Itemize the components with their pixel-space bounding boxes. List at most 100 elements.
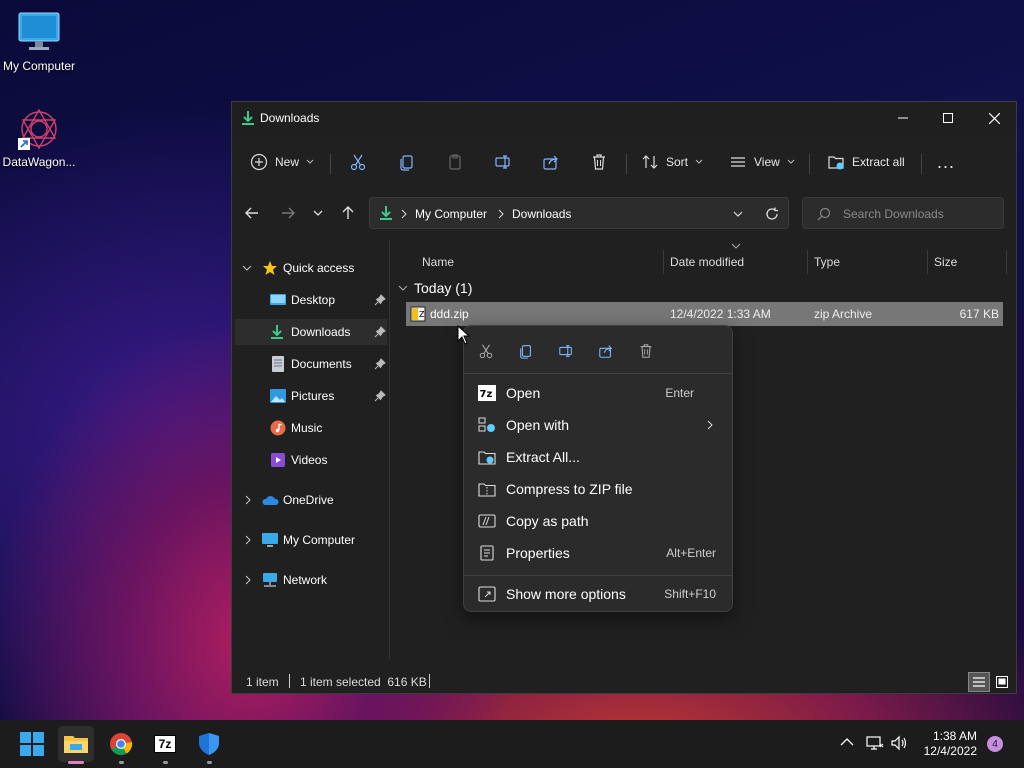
breadcrumb-my-computer[interactable]: My Computer [415, 207, 487, 221]
rename-button[interactable] [494, 146, 512, 178]
taskbar-file-explorer[interactable] [58, 726, 94, 764]
menu-item-properties[interactable]: Properties Alt+Enter [468, 538, 730, 568]
file-row[interactable]: Z ddd.zip 12/4/2022 1:33 AM zip Archive … [406, 302, 1003, 326]
chevron-right-icon [245, 535, 251, 545]
menu-separator [464, 373, 732, 374]
desktop-icon-label: My Computer [2, 59, 76, 73]
details-view-button[interactable] [968, 672, 990, 692]
status-selection: 1 item selected 616 KB [300, 675, 427, 689]
title-bar[interactable]: Downloads [232, 102, 1016, 134]
menu-label: Open [506, 385, 541, 401]
context-rename-button[interactable] [555, 340, 577, 362]
up-button[interactable] [340, 205, 356, 221]
menu-item-open-with[interactable]: Open with [468, 410, 730, 440]
menu-label: Open with [506, 417, 570, 433]
column-label: Date modified [670, 255, 745, 269]
column-separator[interactable] [927, 250, 928, 274]
desktop-icon-datawagon[interactable]: DataWagon... [0, 106, 78, 169]
clock[interactable]: 1:38 AM 12/4/2022 [924, 729, 977, 759]
network-status-button[interactable] [866, 735, 884, 751]
paste-button[interactable] [446, 146, 464, 178]
volume-icon [891, 735, 907, 751]
more-options-button[interactable]: ... [937, 146, 955, 178]
menu-item-show-more-options[interactable]: Show more options Shift+F10 [468, 579, 730, 609]
group-header-today[interactable]: Today (1) [398, 278, 472, 298]
sidebar-item-pictures[interactable]: Pictures [232, 383, 389, 409]
context-delete-button[interactable] [635, 340, 657, 362]
search-box[interactable]: Search Downloads [802, 197, 1004, 229]
sidebar-label: Pictures [291, 389, 335, 403]
menu-label: Copy as path [506, 513, 589, 529]
taskbar-security[interactable] [191, 726, 227, 764]
address-bar[interactable]: My Computer Downloads [369, 197, 789, 229]
view-label: View [754, 155, 780, 169]
context-copy-button[interactable] [515, 340, 537, 362]
documents-icon [272, 356, 284, 372]
tiles-view-button[interactable] [992, 672, 1012, 692]
copy-button[interactable] [398, 146, 416, 178]
extract-all-button[interactable]: Extract all [827, 146, 905, 178]
column-separator[interactable] [1006, 250, 1007, 274]
menu-label: Properties [506, 545, 570, 561]
column-header-type[interactable]: Type [814, 248, 926, 276]
sidebar-item-documents[interactable]: Documents [232, 351, 389, 377]
status-divider [289, 674, 290, 688]
column-header-size[interactable]: Size [934, 248, 1004, 276]
videos-icon [271, 453, 285, 467]
context-share-button[interactable] [595, 340, 617, 362]
sidebar-item-quick-access[interactable]: Quick access [232, 255, 389, 281]
star-icon [263, 261, 277, 275]
sidebar-label: Music [291, 421, 323, 435]
recent-locations-button[interactable] [312, 207, 324, 219]
sort-button[interactable]: Sort [641, 146, 704, 178]
menu-item-copy-as-path[interactable]: Copy as path [468, 506, 730, 536]
plus-circle-icon [250, 153, 268, 171]
minimize-button[interactable] [880, 102, 926, 134]
taskbar-7zip[interactable]: 7z [147, 726, 183, 764]
taskbar-chrome[interactable] [103, 726, 139, 764]
start-button[interactable] [14, 726, 50, 762]
rename-icon [559, 345, 572, 357]
taskbar: 7z 1:38 AM 12/4/2022 4 [0, 720, 1024, 768]
new-button[interactable]: New [250, 146, 315, 178]
folder-icon [64, 736, 88, 753]
file-name: ddd.zip [430, 307, 469, 321]
back-button[interactable] [244, 205, 260, 221]
desktop-icon-my-computer[interactable]: My Computer [0, 10, 78, 73]
copy-path-icon [478, 514, 496, 528]
cut-button[interactable] [349, 146, 367, 178]
maximize-button[interactable] [925, 102, 971, 134]
sidebar-item-music[interactable]: Music [232, 415, 389, 441]
sidebar-item-desktop[interactable]: Desktop [232, 287, 389, 313]
sidebar-item-downloads[interactable]: Downloads [235, 319, 387, 345]
close-button[interactable] [971, 102, 1017, 134]
breadcrumb-downloads[interactable]: Downloads [512, 207, 571, 221]
sidebar-item-videos[interactable]: Videos [232, 447, 389, 473]
sidebar-item-network[interactable]: Network [232, 567, 389, 593]
mouse-cursor-icon [457, 325, 471, 345]
menu-item-open[interactable]: 7z Open Enter [468, 378, 730, 408]
column-header-name[interactable]: Name [422, 248, 662, 276]
toolbar-separator [626, 154, 627, 174]
forward-button[interactable] [280, 205, 296, 221]
show-hidden-icons-button[interactable] [840, 737, 854, 747]
column-separator[interactable] [663, 250, 664, 274]
notification-badge[interactable]: 4 [987, 736, 1003, 752]
zip-folder-icon [478, 483, 496, 497]
share-button[interactable] [542, 146, 560, 178]
clock-date: 12/4/2022 [923, 744, 977, 758]
menu-item-extract-all[interactable]: Extract All... [468, 442, 730, 472]
navigation-bar: My Computer Downloads Search Downloads [232, 192, 1016, 232]
delete-button[interactable] [590, 146, 608, 178]
column-header-date[interactable]: Date modified [670, 248, 808, 276]
toolbar-separator [809, 154, 810, 174]
toolbar-separator [330, 154, 331, 174]
share-icon [599, 345, 613, 358]
sidebar-item-my-computer[interactable]: My Computer [232, 527, 389, 553]
context-cut-button[interactable] [475, 340, 497, 362]
column-separator[interactable] [807, 250, 808, 274]
menu-item-compress-zip[interactable]: Compress to ZIP file [468, 474, 730, 504]
volume-button[interactable] [891, 735, 909, 751]
view-button[interactable]: View [729, 146, 796, 178]
sidebar-item-onedrive[interactable]: OneDrive [232, 487, 389, 513]
